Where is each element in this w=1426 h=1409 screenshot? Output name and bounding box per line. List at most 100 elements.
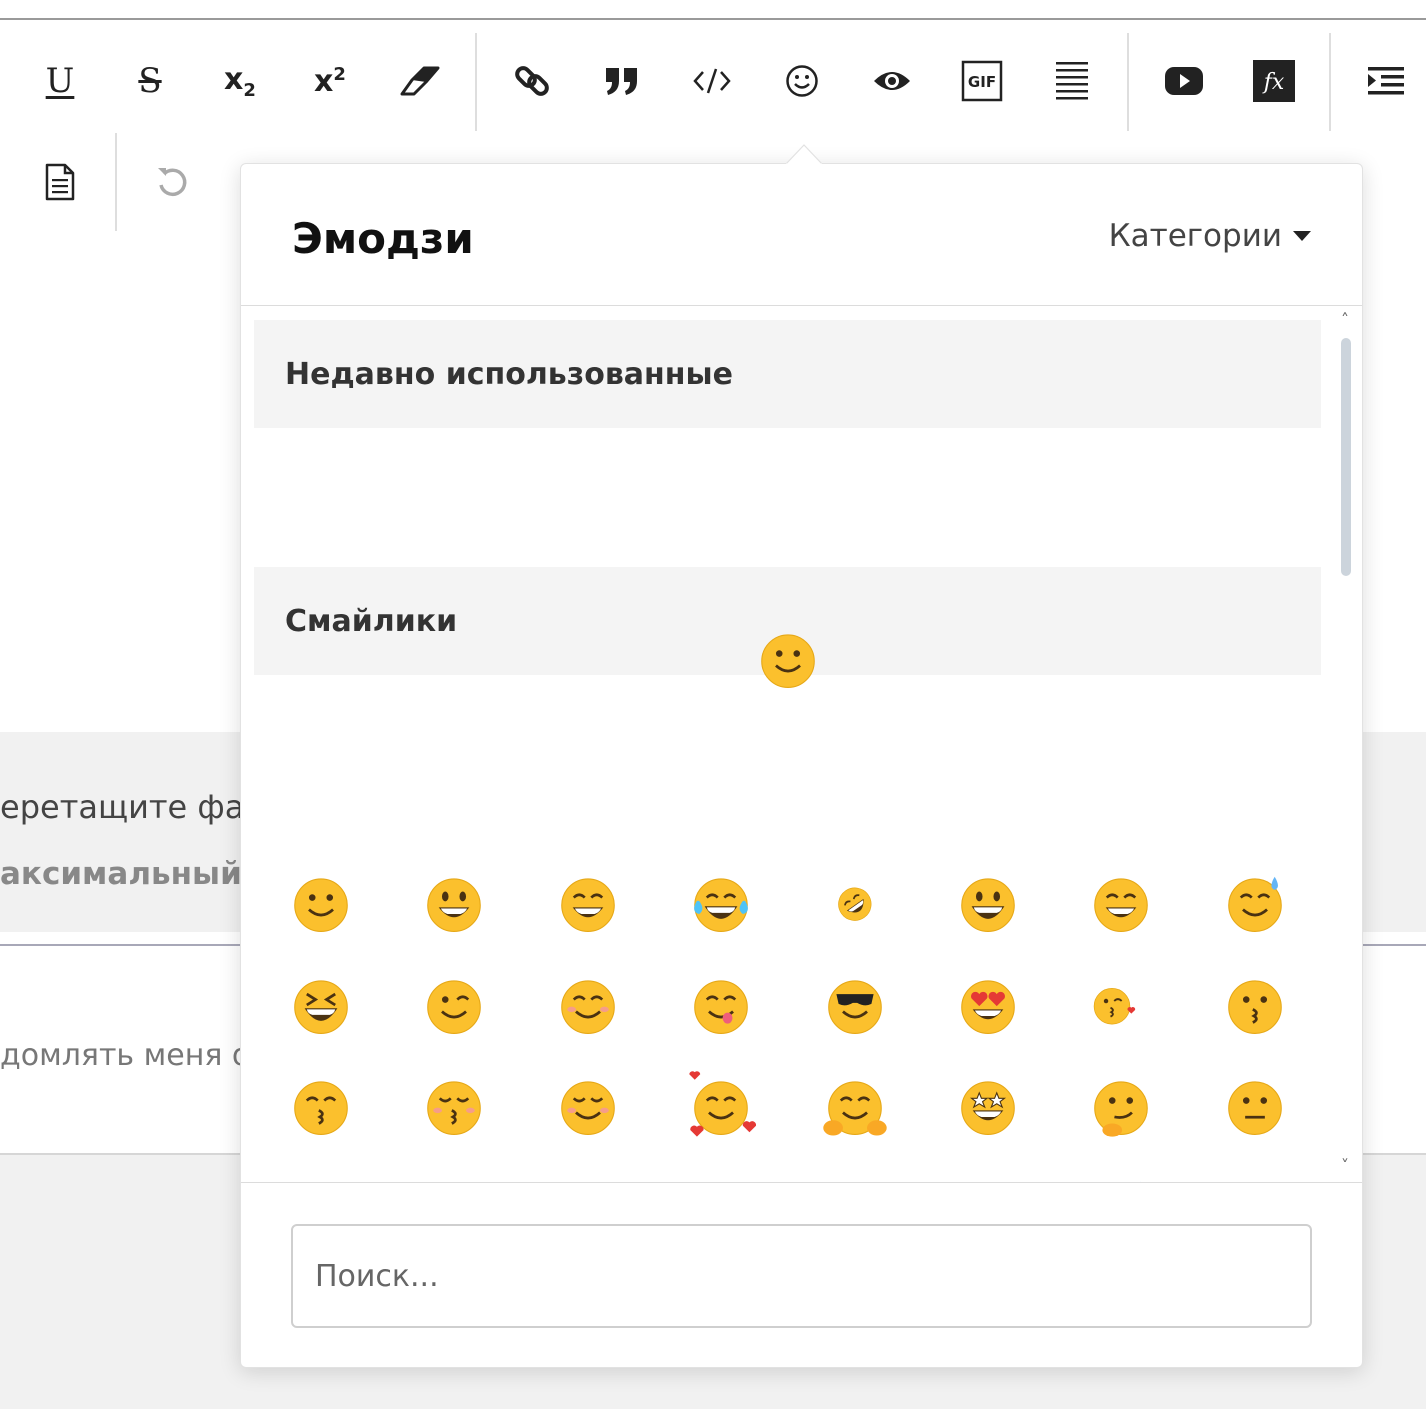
gif-button[interactable]: GIF [946,45,1018,117]
grinning-sweat-icon [1228,876,1282,932]
align-justify-button[interactable] [1036,45,1108,117]
footer-divider [241,1182,1362,1183]
emoji-persevering[interactable] [953,1173,1023,1183]
emoji-sunglasses[interactable] [820,970,890,1040]
section-header-recent: Недавно использованные [254,320,1321,428]
emoji-smiley[interactable] [953,868,1023,938]
emoji-kissing-smiling-eyes[interactable] [286,1071,356,1141]
kissing-icon [1228,979,1282,1034]
emoji-slightly-smiling[interactable] [286,868,356,938]
kissing-heart-icon [1094,987,1136,1024]
squinting-laughing-icon [294,979,348,1034]
scroll-down-arrow[interactable]: ˅ [1341,1156,1349,1175]
link-icon [515,66,549,96]
emoji-raised-eyebrow[interactable] [1220,1071,1290,1141]
persevering-icon [953,1173,1023,1183]
emoji-grinning[interactable] [419,868,489,938]
emoji-expressionless[interactable] [419,1173,489,1183]
link-button[interactable] [496,45,568,117]
emoji-list[interactable]: Недавно использованные Смайлики zZ [241,306,1362,1182]
emoji-yum[interactable] [686,970,756,1040]
slightly-smiling-icon [294,878,348,932]
emoji-smiling-hearts[interactable] [686,1071,757,1141]
strikethrough-icon: S [138,61,162,101]
emoji-rolling-laughing[interactable] [820,868,890,938]
toolbar-separator [1127,33,1129,131]
emoji-kissing-closed-eyes[interactable] [419,1071,489,1141]
scroll-thumb[interactable] [1341,338,1351,576]
emoji-grinning-big-eyes[interactable] [553,868,623,938]
emoji-rolling-eyes[interactable] [686,1173,756,1183]
dropzone-instruction: еретащите фай [0,788,266,826]
winking-icon [427,979,482,1034]
no-mouth-icon [553,1173,623,1183]
emoji-smiling-eyes[interactable] [553,970,623,1040]
emoji-picker-title: Эмодзи [292,214,474,263]
emoji-squinting-laughing[interactable] [286,970,356,1040]
youtube-icon [1165,67,1203,95]
emoji-scrollbar[interactable]: ˄ ˅ [1338,306,1354,1182]
emoji-no-mouth[interactable] [553,1173,623,1183]
grinning-big-eyes-icon [561,878,615,932]
emoji-winking[interactable] [419,970,489,1040]
superscript-button[interactable]: x2 [294,45,366,117]
sad-relieved-icon [1140,1181,1142,1182]
thinking-icon [1094,1081,1149,1137]
underline-icon: U [45,61,75,101]
grinning-icon [427,878,482,932]
emoji-kissing-heart[interactable] [1086,970,1156,1040]
hugging-icon [822,1081,887,1136]
emoji-tears-of-joy[interactable] [686,868,756,938]
quote-icon [606,68,637,95]
eraser-icon [400,66,440,96]
notify-option-label[interactable]: домлять меня об [0,1038,269,1073]
smiley-icon [961,878,1015,932]
emoji-slightly-smiling[interactable] [753,624,823,694]
preview-button[interactable] [856,45,928,117]
star-struck-icon [961,1081,1015,1135]
sunglasses-icon [827,979,882,1034]
clear-format-button[interactable] [384,45,456,117]
slightly-smiling-icon [761,634,815,688]
youtube-button[interactable] [1148,45,1220,117]
emoji-smirk[interactable] [820,1173,890,1183]
source-button[interactable] [24,146,96,218]
subscript-button[interactable]: x2 [204,45,276,117]
emoji-neutral[interactable] [286,1173,356,1183]
neutral-icon [286,1173,356,1183]
categories-label: Категории [1108,218,1282,254]
emoji-heart-eyes[interactable] [953,970,1023,1040]
strikethrough-button[interactable]: S [114,45,186,117]
popover-arrow [786,144,822,165]
scroll-up-arrow[interactable]: ˄ [1341,310,1349,329]
quote-button[interactable] [586,45,658,117]
caret-down-icon [1293,231,1311,241]
emoji-beaming[interactable] [1086,868,1156,938]
undo-button[interactable] [136,146,208,218]
emoji-button[interactable] [766,45,838,117]
smirk-icon [820,1173,890,1183]
emoji-sad-relieved[interactable] [1086,1173,1156,1182]
formula-button[interactable]: fx [1238,45,1310,117]
smiling-eyes-icon [561,979,615,1034]
emoji-grinning-sweat[interactable] [1220,868,1290,938]
code-button[interactable] [676,45,748,117]
raised-eyebrow-icon [1228,1081,1282,1135]
categories-dropdown[interactable]: Категории [1109,218,1312,254]
toolbar-separator [475,33,477,131]
emoji-thinking[interactable] [1086,1071,1156,1141]
emoji-kissing[interactable] [1220,970,1290,1040]
heart-eyes-icon [961,979,1015,1034]
emoji-search-input[interactable] [291,1224,1312,1328]
formula-icon: fx [1253,60,1295,102]
yum-icon [694,979,748,1034]
indent-button[interactable] [1350,45,1422,117]
expressionless-icon [419,1173,489,1183]
emoji-relaxed[interactable] [553,1071,623,1141]
emoji-star-struck[interactable] [953,1071,1023,1141]
kissing-closed-eyes-icon [427,1081,482,1135]
emoji-open-mouth[interactable] [1220,1173,1290,1183]
emoji-hugging[interactable] [820,1071,890,1141]
toolbar-separator [115,133,117,231]
underline-button[interactable]: U [24,45,96,117]
